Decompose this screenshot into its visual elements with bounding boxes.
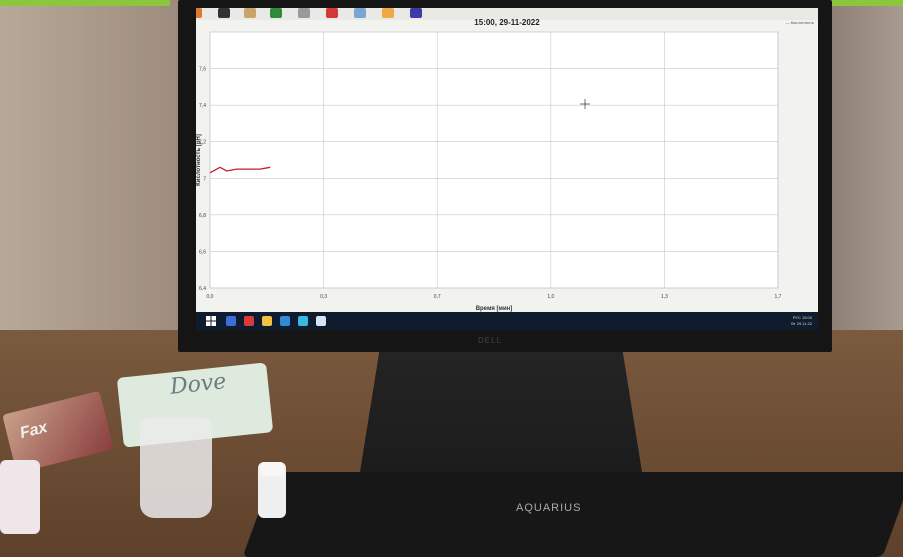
windows-taskbar: РУС 15:00 Вт 29.11.22	[196, 312, 818, 330]
y-axis-label: Кислотность [pH]	[196, 134, 202, 186]
plot-area	[209, 31, 779, 289]
y-tick-label: 7,4	[199, 103, 206, 109]
keyboard-brand-logo: AQUARIUS	[516, 502, 582, 514]
x-tick-label: 1,3	[661, 294, 668, 300]
keyboard	[242, 472, 903, 557]
tray-clock[interactable]: 15:00	[802, 315, 812, 320]
taskbar-opera-icon[interactable]	[244, 316, 254, 326]
vial-cap	[260, 462, 284, 476]
taskbar-active-app-icon[interactable]	[316, 316, 326, 326]
y-tick-label: 7	[203, 176, 206, 182]
x-tick-label: 0,3	[320, 294, 327, 300]
x-tick-label: 1,0	[547, 294, 554, 300]
monitor-brand-logo: DELL	[478, 336, 503, 345]
y-tick-label: 6,4	[199, 286, 206, 292]
taskbar-browser-icon[interactable]	[298, 316, 308, 326]
y-tick-label: 7,6	[199, 67, 206, 73]
glass-with-white-substance	[140, 418, 212, 518]
strip-segment	[0, 0, 170, 6]
x-tick-label: 1,7	[775, 294, 782, 300]
y-tick-label: 6,8	[199, 213, 206, 219]
x-tick-label: 0,0	[207, 294, 214, 300]
left-wall	[0, 0, 180, 330]
taskbar-edge-icon[interactable]	[280, 316, 290, 326]
keyboard-language[interactable]: РУС	[793, 315, 801, 320]
taskbar-folder-icon[interactable]	[262, 316, 272, 326]
monitor-screen: 15:00, 29-11-2022 — Кислотность 0,0 0,3 0,…	[196, 8, 818, 330]
x-tick-label: 0,7	[434, 294, 441, 300]
windows-start-icon[interactable]	[206, 316, 216, 326]
white-cup	[0, 460, 40, 534]
system-tray: РУС 15:00 Вт 29.11.22	[791, 315, 812, 327]
tray-date[interactable]: Вт 29.11.22	[791, 321, 812, 326]
ph-chart[interactable]: 0,0 0,3 0,7 1,0 1,3 1,76,46,66,877,27,47,6Вре…	[196, 8, 818, 330]
y-tick-label: 6,6	[199, 249, 206, 255]
taskbar-app-icon[interactable]	[226, 316, 236, 326]
